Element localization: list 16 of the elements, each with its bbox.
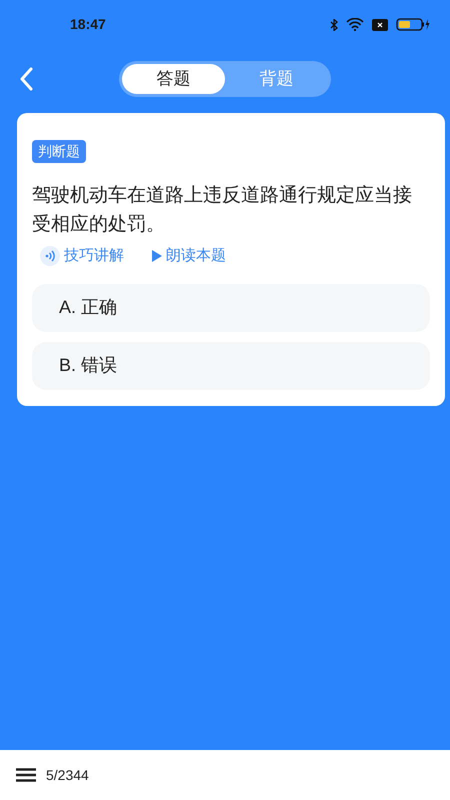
menu-icon[interactable] xyxy=(16,768,36,782)
tips-link[interactable]: 技巧讲解 xyxy=(40,245,124,268)
answer-option[interactable]: A. 正确 xyxy=(32,284,430,332)
sound-icon xyxy=(40,246,60,266)
question-text: 驾驶机动车在道路上违反道路通行规定应当接受相应的处罚。 xyxy=(32,184,413,237)
play-icon xyxy=(152,250,162,262)
back-icon xyxy=(19,67,33,91)
battery-icon xyxy=(396,18,430,31)
sim-icon xyxy=(372,18,388,30)
status-time: 18:47 xyxy=(70,15,106,34)
read-aloud-link[interactable]: 朗读本题 xyxy=(152,245,226,268)
bluetooth-icon xyxy=(330,18,338,30)
answer-option[interactable]: B. 错误 xyxy=(32,342,430,390)
question-type-tag: 判断题 xyxy=(32,140,86,163)
wifi-icon xyxy=(346,18,364,31)
mode-tab[interactable]: 答题 xyxy=(122,64,225,94)
